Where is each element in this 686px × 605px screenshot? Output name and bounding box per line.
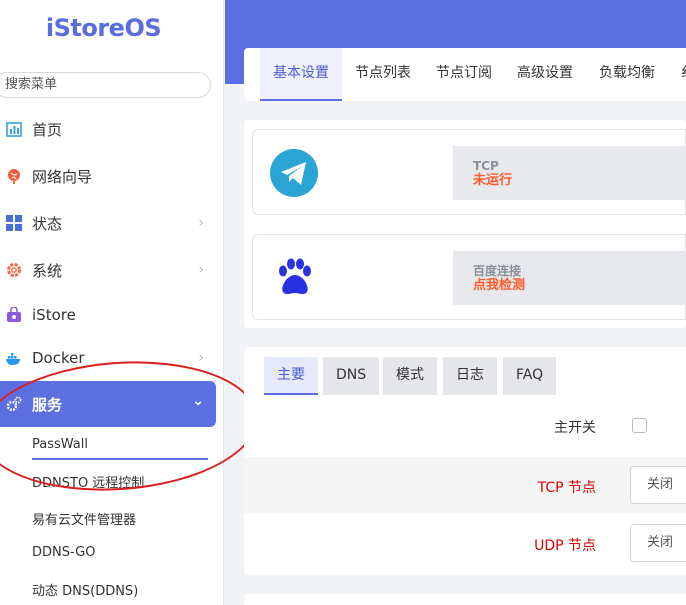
tcp-status-box: TCP 未运行 [453,146,686,200]
telegram-icon [269,148,319,198]
tcp-status-label: TCP [473,159,499,173]
search-menu-input[interactable]: 搜索菜单 [0,72,211,98]
sidebar-subitem-ddnsto[interactable]: DDNSTO 远程控制 [32,472,144,491]
sidebar-item-label: iStore [32,306,76,324]
grid-icon [6,215,22,231]
sidebar-item-label: 状态 [32,214,63,233]
sidebar-item-services[interactable]: 服务 ⌄ [0,381,216,427]
tcp-status-card: TCP 未运行 [252,129,686,215]
tcp-node-row: TCP 节点 关闭 [244,457,686,513]
sidebar-item-home[interactable]: 首页 [0,109,216,149]
main-switch-row: 主开关 [244,397,686,453]
services-gear-icon [6,396,22,412]
main-switch-label: 主开关 [554,420,596,436]
subtab-main[interactable]: 主要 [264,357,318,395]
chevron-right-icon: › [198,350,204,366]
tab-node-list[interactable]: 节点列表 [342,48,424,101]
chevron-right-icon: › [198,215,204,231]
udp-node-label: UDP 节点 [534,538,596,554]
tab-node-subscribe[interactable]: 节点订阅 [423,48,505,101]
tab-load-balancing[interactable]: 负载均衡 [586,48,668,101]
sidebar-subitem-ddns-go[interactable]: DDNS-GO [32,545,95,560]
subtab-log[interactable]: 日志 [443,357,497,395]
sidebar-item-status[interactable]: 状态 › [0,203,216,243]
tcp-status-value: 未运行 [473,173,513,188]
sidebar-item-system[interactable]: 系统 › [0,250,216,290]
chevron-right-icon: › [198,262,204,278]
docker-icon [6,350,22,366]
sidebar-subitem-linkease[interactable]: 易有云文件管理器 [32,509,136,528]
baidu-check-link[interactable]: 点我检测 [473,278,686,294]
status-panel: TCP 未运行 百度连接 点我检测 [244,120,686,328]
tab-advanced-settings[interactable]: 高级设置 [504,48,586,101]
sidebar-item-label: 首页 [32,120,63,139]
subtab-faq[interactable]: FAQ [503,357,557,395]
subtab-mode[interactable]: 模式 [383,357,437,395]
settings-panel: 主要 DNS 模式 日志 FAQ 主开关 TCP 节点 关闭 UDP 节点 关闭 [244,347,686,575]
dashboard-icon [6,121,22,137]
sidebar-item-label: Docker [32,349,85,367]
tab-basic-settings[interactable]: 基本设置 [260,48,342,101]
sidebar-subitem-ddns[interactable]: 动态 DNS(DDNS) [32,580,138,599]
sidebar: iStoreOS 搜索菜单 首页 网络向导 状态 › 系统 › iStore D… [0,0,224,605]
gear-icon [6,262,22,278]
baidu-status-card[interactable]: 百度连接 点我检测 [252,234,686,320]
globe-wizard-icon [6,168,22,184]
main-switch-checkbox[interactable] [632,418,647,433]
sidebar-item-docker[interactable]: Docker › [0,338,216,378]
tab-more[interactable]: 纟 [668,48,686,101]
udp-node-select[interactable]: 关闭 [630,524,686,562]
sidebar-item-label: 网络向导 [32,167,93,186]
baidu-paw-icon [269,253,319,303]
sidebar-item-label: 服务 [32,395,63,414]
udp-node-row: UDP 节点 关闭 [244,515,686,571]
brand-logo: iStoreOS [45,14,162,42]
tab-strip: 基本设置 节点列表 节点订阅 高级设置 负载均衡 纟 [244,48,686,101]
bottom-panel [244,594,686,605]
chevron-down-icon: ⌄ [192,393,204,409]
baidu-status-box[interactable]: 百度连接 点我检测 [453,251,686,305]
tcp-node-select[interactable]: 关闭 [630,466,686,504]
subtab-dns[interactable]: DNS [323,357,380,395]
sidebar-subitem-passwall[interactable]: PassWall [32,437,208,460]
sidebar-item-istore[interactable]: iStore [0,295,216,335]
store-icon [6,306,22,323]
tcp-node-label: TCP 节点 [537,480,596,496]
sidebar-item-network-wizard[interactable]: 网络向导 [0,156,216,196]
sidebar-item-label: 系统 [32,261,63,280]
baidu-status-label: 百度连接 [473,264,522,278]
